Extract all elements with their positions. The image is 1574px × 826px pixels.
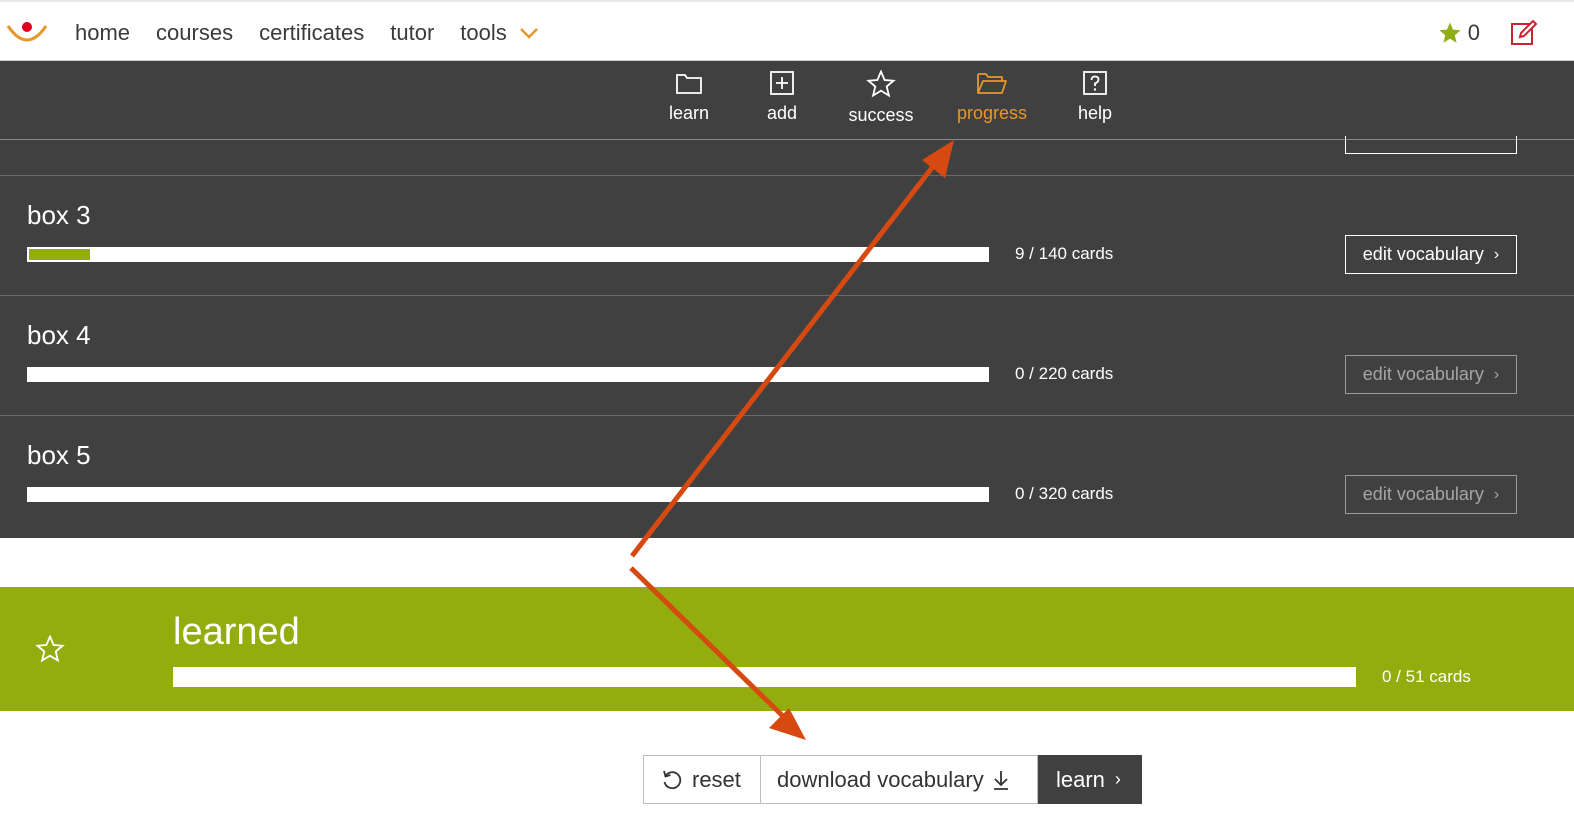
box-title: box 3	[27, 200, 91, 230]
tab-help-label: help	[1077, 103, 1113, 123]
box-progress-bar	[27, 487, 989, 502]
edit-vocabulary-button[interactable]: edit vocabulary ›	[1345, 475, 1517, 514]
tab-learn[interactable]: learn	[667, 61, 711, 140]
reset-icon	[663, 770, 682, 789]
star-counter[interactable]: 0	[1438, 20, 1480, 46]
chevron-right-icon: ›	[1114, 769, 1121, 789]
star-outline-icon	[866, 70, 896, 98]
download-vocabulary-button[interactable]: download vocabulary	[761, 755, 1038, 804]
logo-icon[interactable]	[6, 16, 48, 46]
box-progress-fill	[29, 249, 90, 260]
folder-open-icon	[977, 73, 1007, 94]
question-square-icon	[1083, 71, 1107, 95]
box-row-3: box 3 9 / 140 cards edit vocabulary ›	[0, 176, 1574, 296]
box-row-4: box 4 0 / 220 cards edit vocabulary ›	[0, 296, 1574, 416]
tab-learn-label: learn	[668, 103, 710, 123]
tab-progress-label: progress	[956, 103, 1028, 123]
box-card-count: 9 / 140 cards	[1015, 244, 1114, 263]
star-outline-icon	[35, 635, 65, 663]
star-filled-icon	[1439, 22, 1461, 43]
learning-tabs-bar: learn add success progress help	[0, 61, 1574, 140]
chevron-right-icon: ›	[1493, 245, 1500, 263]
edit-vocabulary-label: edit vocabulary	[1362, 484, 1484, 504]
nav-courses[interactable]: courses	[156, 20, 233, 46]
edit-note-icon[interactable]	[1510, 19, 1538, 47]
nav-tools[interactable]: tools	[460, 20, 538, 46]
download-vocabulary-label: download vocabulary	[777, 766, 984, 792]
edit-vocabulary-button[interactable]: edit vocabulary ›	[1345, 235, 1517, 274]
chevron-down-icon	[519, 27, 538, 39]
top-navigation-bar: home courses certificates tutor tools 0	[0, 0, 1574, 61]
nav-certificates[interactable]: certificates	[259, 20, 364, 46]
learn-label: learn	[1056, 766, 1105, 792]
action-buttons: reset download vocabulary learn ›	[643, 755, 1142, 804]
plus-square-icon	[770, 71, 794, 95]
box-card-count: 0 / 320 cards	[1015, 484, 1114, 503]
tab-progress[interactable]: progress	[955, 61, 1029, 140]
edit-vocabulary-button-partial[interactable]	[1345, 136, 1517, 154]
reset-label: reset	[692, 766, 741, 792]
edit-vocabulary-button[interactable]: edit vocabulary ›	[1345, 355, 1517, 394]
partial-box-row	[0, 136, 1574, 176]
box-title: box 4	[27, 320, 91, 350]
tab-success[interactable]: success	[847, 61, 915, 140]
box-progress-bar	[27, 247, 989, 262]
main-nav-links: home courses certificates tutor tools	[75, 2, 565, 63]
header-right-tools: 0	[1438, 2, 1538, 63]
learn-button[interactable]: learn ›	[1038, 755, 1142, 804]
chevron-right-icon: ›	[1493, 485, 1500, 503]
learned-section: learned 0 / 51 cards	[0, 587, 1574, 711]
boxes-section: box 3 9 / 140 cards edit vocabulary › bo…	[0, 136, 1574, 538]
nav-home[interactable]: home	[75, 20, 130, 46]
folder-icon	[676, 74, 702, 94]
tab-add[interactable]: add	[764, 61, 800, 140]
box-card-count: 0 / 220 cards	[1015, 364, 1114, 383]
learned-card-count: 0 / 51 cards	[1382, 667, 1471, 686]
learned-title: learned	[173, 611, 300, 653]
nav-tools-label: tools	[460, 19, 507, 45]
edit-vocabulary-label: edit vocabulary	[1362, 244, 1484, 264]
nav-tutor[interactable]: tutor	[390, 20, 434, 46]
reset-button[interactable]: reset	[643, 755, 761, 804]
box-row-5: box 5 0 / 320 cards edit vocabulary ›	[0, 416, 1574, 536]
tab-add-label: add	[766, 103, 798, 123]
learned-progress-bar	[173, 667, 1356, 687]
box-title: box 5	[27, 440, 91, 470]
chevron-right-icon: ›	[1493, 365, 1500, 383]
tab-success-label: success	[848, 105, 914, 125]
star-count-value: 0	[1467, 19, 1480, 45]
tab-help[interactable]: help	[1075, 61, 1115, 140]
box-progress-bar	[27, 367, 989, 382]
edit-vocabulary-label: edit vocabulary	[1362, 364, 1484, 384]
download-icon	[993, 770, 1008, 790]
